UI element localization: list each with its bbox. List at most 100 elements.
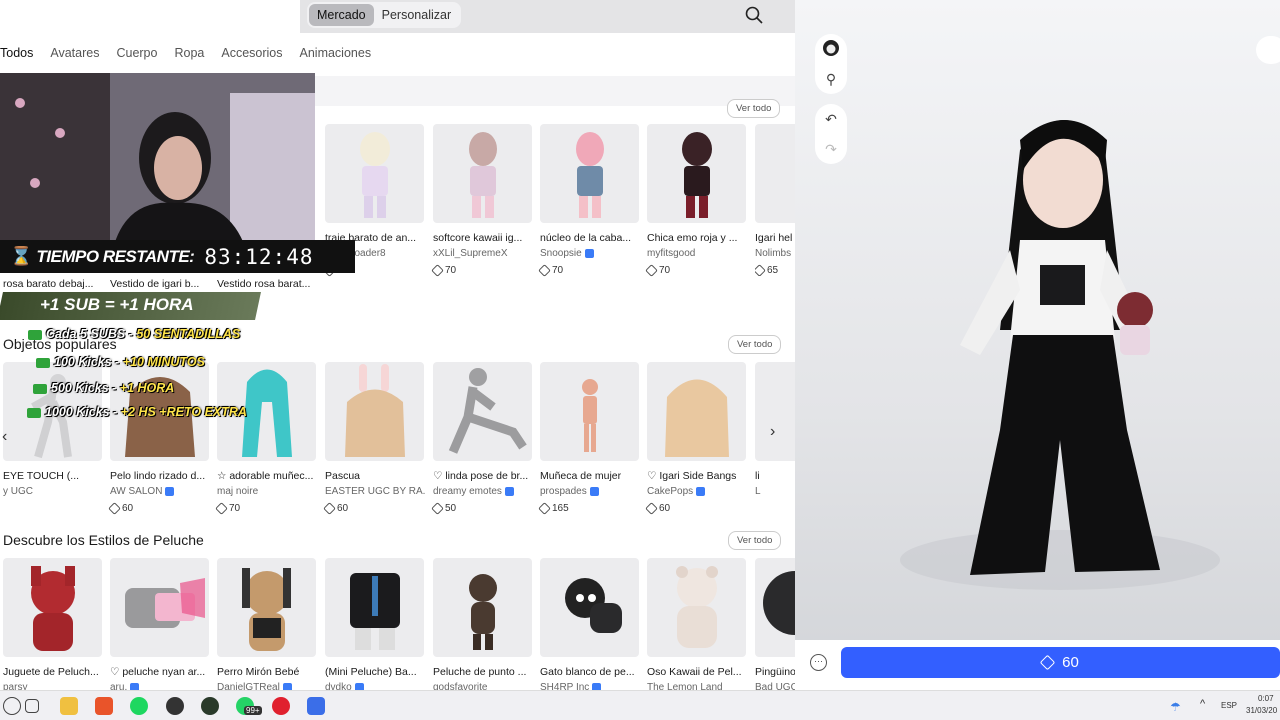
sub-banner-text: +1 SUB = +1 HORA bbox=[40, 295, 194, 314]
item-name: Chica emo roja y ... bbox=[647, 232, 738, 244]
item-card[interactable]: Oso Kawaii de Pel... The Lemon Land bbox=[647, 558, 747, 693]
item-name: Juguete de Peluch... bbox=[3, 666, 99, 678]
item-creator: xXLil_SupremeX bbox=[433, 248, 508, 259]
tab-market[interactable]: Mercado bbox=[309, 4, 374, 26]
hourglass-icon: ⌛ bbox=[10, 246, 33, 266]
item-card[interactable]: Perro Mirón Bebé DanielGTReal bbox=[217, 558, 317, 693]
buy-button[interactable]: 60 bbox=[841, 647, 1280, 678]
item-name: li bbox=[755, 470, 760, 482]
chevron-up-icon[interactable]: ^ bbox=[1200, 698, 1205, 710]
language-indicator[interactable]: ESP bbox=[1221, 701, 1237, 710]
item-card[interactable]: ☆ adorable muñec... maj noire 70 bbox=[215, 362, 317, 515]
search-taskbar-icon[interactable] bbox=[3, 697, 21, 715]
item-creator: y UGC bbox=[3, 486, 33, 497]
item-card[interactable]: Chica emo roja y ... myfitsgood 70 bbox=[645, 124, 747, 277]
item-name: rosa barato debaj... bbox=[3, 278, 94, 290]
redo-icon[interactable]: ↷ bbox=[815, 134, 847, 164]
item-card[interactable]: Gato blanco de pe... SH4RP Inc bbox=[540, 558, 640, 693]
cash-icon bbox=[36, 357, 50, 368]
carousel-prev-icon[interactable]: ‹ bbox=[2, 428, 7, 446]
item-name: Vestido rosa barat... bbox=[217, 278, 311, 290]
item-creator: Nolimbs bbox=[755, 248, 792, 259]
item-creator: AW SALON bbox=[110, 486, 210, 497]
item-card[interactable]: Peluche de punto ... godsfavorite bbox=[433, 558, 533, 693]
tab-animaciones[interactable]: Animaciones bbox=[300, 46, 372, 60]
tab-todos[interactable]: Todos bbox=[0, 46, 33, 60]
item-name: ☆ adorable muñec... bbox=[217, 470, 314, 482]
item-card[interactable]: ♡ peluche nyan ar... aru. bbox=[110, 558, 210, 693]
clock-date: 31/03/20 bbox=[1246, 706, 1278, 715]
item-card[interactable]: ♡ linda pose de br... dreamy emotes 50 bbox=[431, 362, 533, 515]
avatar-preview[interactable] bbox=[795, 0, 1280, 690]
clock-time: 0:07 bbox=[1258, 694, 1274, 703]
tab-customize[interactable]: Personalizar bbox=[374, 4, 459, 26]
item-name: Vestido de igari b... bbox=[110, 278, 200, 290]
item-price: 50 bbox=[431, 501, 533, 515]
robux-icon bbox=[645, 501, 658, 515]
robux-icon bbox=[215, 501, 228, 515]
item-thumbnail bbox=[755, 558, 795, 657]
item-thumbnail bbox=[540, 558, 639, 657]
item-thumbnail bbox=[647, 362, 746, 461]
tab-accesorios[interactable]: Accesorios bbox=[221, 46, 282, 60]
roblox-icon[interactable] bbox=[307, 697, 325, 715]
file-explorer-icon[interactable] bbox=[60, 697, 78, 715]
avatar-head-icon[interactable] bbox=[815, 34, 847, 64]
item-card[interactable]: Juguete de Peluch... parsy bbox=[3, 558, 103, 693]
item-name: Pascua bbox=[325, 470, 361, 482]
tab-avatares[interactable]: Avatares bbox=[50, 46, 99, 60]
item-card[interactable]: softcore kawaii ig... xXLil_SupremeX 70 bbox=[431, 124, 533, 277]
item-price: 65 bbox=[755, 263, 795, 276]
brave-browser-icon[interactable] bbox=[95, 697, 113, 715]
tab-cuerpo[interactable]: Cuerpo bbox=[116, 46, 157, 60]
ver-todo-button[interactable]: Ver todo bbox=[727, 99, 781, 118]
spotify-icon[interactable] bbox=[130, 697, 148, 715]
item-thumbnail bbox=[325, 558, 424, 657]
webcam-overlay bbox=[0, 73, 315, 263]
verified-icon bbox=[589, 486, 599, 496]
undo-icon[interactable]: ↶ bbox=[815, 104, 847, 134]
robux-icon bbox=[323, 501, 336, 515]
item-name: Perro Mirón Bebé bbox=[217, 666, 300, 678]
opera-icon[interactable] bbox=[272, 697, 290, 715]
item-name: EYE TOUCH (... bbox=[3, 470, 80, 482]
item-card[interactable]: Pingüino Bad UGC bbox=[755, 558, 795, 693]
item-creator: Snoopsie bbox=[540, 248, 640, 259]
more-options-icon[interactable]: ··· bbox=[810, 654, 827, 671]
obs-icon[interactable] bbox=[201, 697, 219, 715]
item-card[interactable]: núcleo de la caba... Snoopsie 70 bbox=[538, 124, 640, 277]
verified-icon bbox=[504, 486, 514, 496]
ver-todo-button[interactable]: Ver todo bbox=[728, 335, 782, 354]
item-creator: L bbox=[755, 486, 761, 497]
robux-icon bbox=[538, 263, 551, 277]
item-name: Oso Kawaii de Pel... bbox=[647, 666, 742, 678]
item-price: 60 bbox=[108, 501, 210, 515]
promo-line: 500 Kicks - +1 HORA bbox=[33, 381, 174, 395]
settings-icon[interactable] bbox=[1256, 36, 1280, 64]
item-creator: CakePops bbox=[647, 486, 747, 497]
item-card[interactable]: (Mini Peluche) Ba... dvdko bbox=[325, 558, 425, 693]
item-price: 70 bbox=[215, 501, 317, 515]
item-price: 165 bbox=[538, 501, 640, 515]
item-thumbnail bbox=[433, 362, 532, 461]
item-name: Peluche de punto ... bbox=[433, 666, 527, 678]
robux-icon bbox=[431, 263, 444, 277]
item-card[interactable]: Pascua EASTER UGC BY RA... 60 bbox=[323, 362, 425, 515]
cash-icon bbox=[27, 407, 41, 418]
task-view-icon[interactable] bbox=[25, 699, 39, 713]
cash-icon bbox=[28, 329, 42, 340]
item-name: Pingüino bbox=[755, 666, 795, 678]
network-icon[interactable]: ☂ bbox=[1170, 700, 1181, 714]
cash-icon bbox=[33, 383, 47, 394]
item-card[interactable]: ♡ Igari Side Bangs CakePops 60 bbox=[645, 362, 747, 515]
body-scale-icon[interactable]: ⚲ bbox=[815, 64, 847, 94]
item-card[interactable]: Igari hel Nolimbs 65 bbox=[755, 124, 795, 276]
taskbar bbox=[0, 690, 1280, 720]
ver-todo-button[interactable]: Ver todo bbox=[728, 531, 782, 550]
item-card[interactable]: Muñeca de mujer prospades 165 bbox=[538, 362, 640, 515]
carousel-next-icon[interactable]: › bbox=[770, 423, 775, 441]
item-creator: prospades bbox=[540, 486, 640, 497]
app-icon[interactable] bbox=[166, 697, 184, 715]
search-icon[interactable] bbox=[744, 5, 764, 25]
tab-ropa[interactable]: Ropa bbox=[174, 46, 204, 60]
